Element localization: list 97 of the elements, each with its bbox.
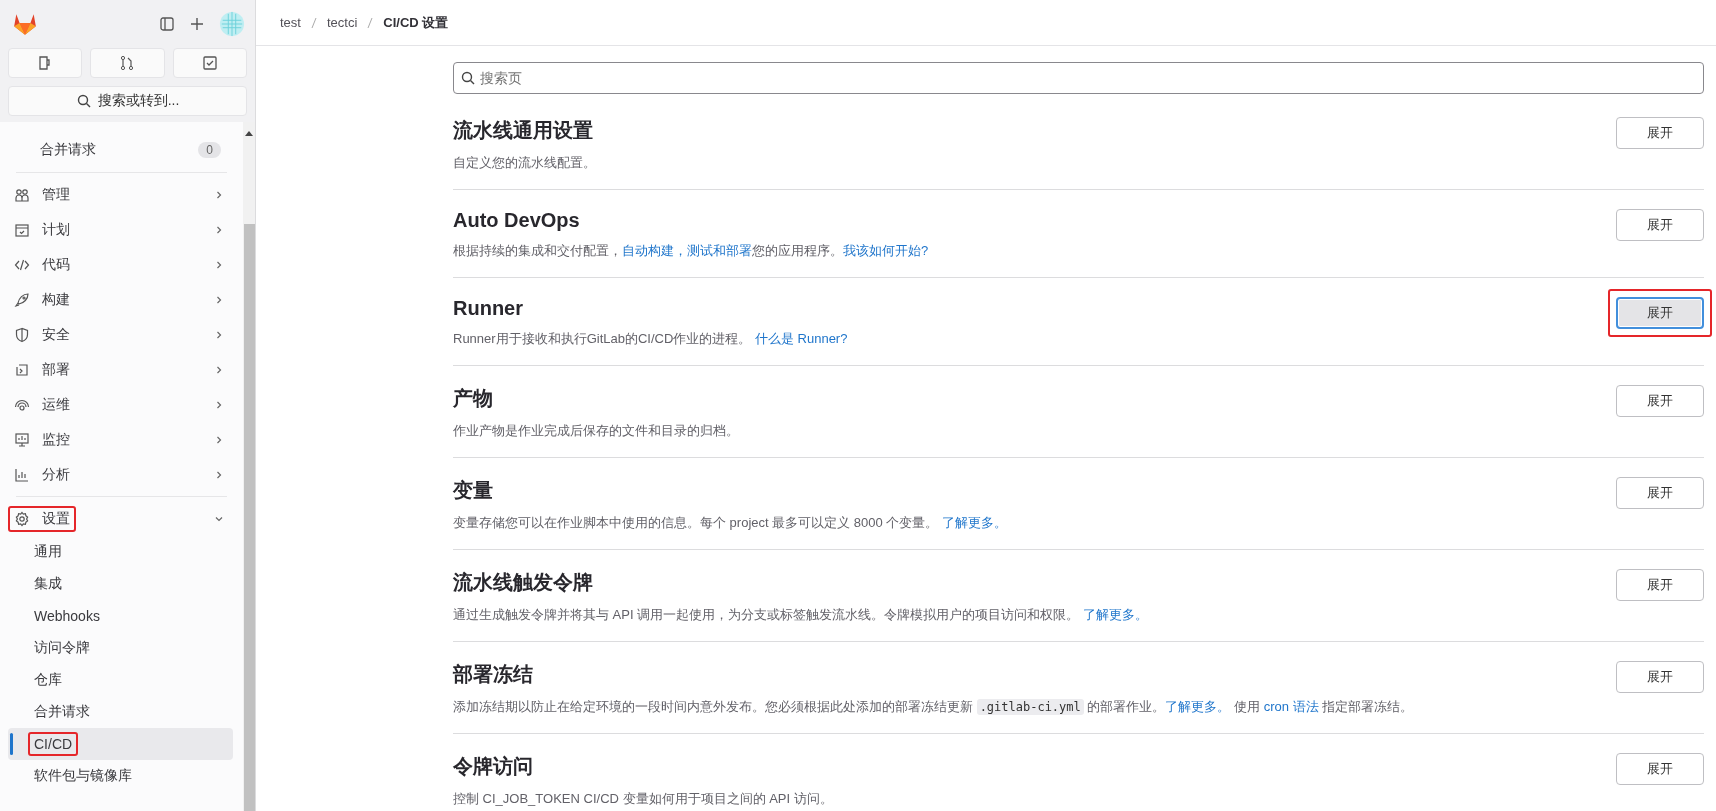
tanuki-logo[interactable]	[12, 12, 38, 36]
nav-label: 设置	[42, 509, 70, 528]
help-link[interactable]: 什么是 Runner?	[754, 331, 848, 346]
merge-request-icon	[119, 55, 136, 71]
nav-label: 合并请求	[34, 703, 90, 721]
help-link[interactable]: 了解更多。	[942, 515, 1007, 530]
scroll-up-icon[interactable]	[245, 130, 253, 136]
nav-label: Webhooks	[34, 608, 100, 624]
nav-label: 安全	[42, 325, 70, 344]
help-link[interactable]: cron 语法	[1263, 699, 1319, 714]
merge-requests-button[interactable]	[90, 48, 165, 78]
count-badge: 0	[198, 142, 221, 158]
section-description: 通过生成触发令牌并将其与 API 调用一起使用，为分支或标签触发流水线。令牌模拟用户的项目访问和权限。 了解更多。	[453, 606, 1149, 624]
nav-item[interactable]: 访问令牌	[8, 632, 235, 664]
nav-label: 访问令牌	[34, 639, 90, 657]
expand-button[interactable]: 展开	[1616, 661, 1704, 693]
section-description: 控制 CI_JOB_TOKEN CI/CD 变量如何用于项目之间的 API 访问。	[453, 790, 834, 808]
section-title: 部署冻结	[453, 662, 534, 687]
issues-button[interactable]	[8, 48, 83, 78]
breadcrumb-link[interactable]: tectci	[326, 15, 358, 30]
expand-button[interactable]: 展开	[1616, 385, 1704, 417]
breadcrumb-separator	[367, 16, 374, 29]
section-title: 变量	[453, 478, 494, 503]
section-description: 变量存储您可以在作业脚本中使用的信息。每个 project 最多可以定义 8000 个变量。 了解更多。	[453, 514, 1008, 532]
breadcrumb-link[interactable]: test	[280, 15, 301, 30]
checkbox-icon	[201, 55, 218, 71]
help-link[interactable]: 了解更多。	[1082, 607, 1148, 622]
section-description: Runner用于接收和执行GitLab的CI/CD作业的进程。 什么是 Runner?	[453, 330, 849, 348]
nav-group[interactable]: 安全	[8, 317, 235, 352]
nav-label: 合并请求	[40, 141, 96, 159]
help-link[interactable]: 了解更多。	[1165, 699, 1231, 714]
nav-item[interactable]: 合并请求 0	[8, 132, 235, 168]
nav-group[interactable]: 分析	[8, 457, 235, 492]
nav-group[interactable]: 运维	[8, 387, 235, 422]
nav-group[interactable]: 设置	[8, 501, 235, 536]
nav-label: 监控	[42, 430, 70, 449]
nav-item[interactable]: CI/CD	[8, 728, 233, 760]
section-title: Auto DevOps	[453, 209, 581, 232]
search-field[interactable]: 搜索页	[453, 62, 1704, 94]
nav-label: 分析	[42, 465, 70, 484]
nav-group[interactable]: 代码	[8, 247, 235, 282]
section-title: 令牌访问	[453, 754, 534, 779]
section-description: 添加冻结期以防止在给定环境的一段时间内意外发布。您必须根据此处添加的部署冻结更新 .gitlab-ci.yml 的部署作业。了解更多。 使用 cron 语法 指定部署冻结。	[453, 698, 1415, 716]
nav-group[interactable]: 监控	[8, 422, 235, 457]
monitor-icon	[14, 431, 30, 448]
todo-button[interactable]	[172, 48, 247, 78]
nav-label: 集成	[34, 575, 62, 593]
nav-group[interactable]: 构建	[8, 282, 235, 317]
nav-label: 构建	[42, 290, 70, 309]
nav-item[interactable]: 通用	[8, 536, 235, 568]
section-description: 自定义您的流水线配置。	[453, 154, 597, 172]
nav-item[interactable]: 合并请求	[8, 696, 235, 728]
people-icon	[14, 186, 30, 203]
section-description: 根据持续的集成和交付配置，自动构建，测试和部署您的应用程序。我该如何开始?	[453, 242, 930, 260]
nav-item[interactable]: 软件包与镜像库	[8, 760, 235, 792]
search-button[interactable]: 搜索或转到...	[8, 86, 247, 116]
section-title: 产物	[453, 386, 494, 411]
nav-label: 通用	[34, 543, 62, 561]
nav-group[interactable]: 计划	[8, 212, 235, 247]
nav-label: 运维	[42, 395, 70, 414]
breadcrumb-link[interactable]: CI/CD 设置	[383, 13, 449, 32]
search-icon	[75, 93, 92, 109]
code-snippet: .gitlab-ci.yml	[976, 699, 1084, 715]
nav-group[interactable]: 管理	[8, 177, 235, 212]
deploy-icon	[14, 361, 30, 378]
nav-label: 代码	[42, 255, 70, 274]
section-title: 流水线通用设置	[453, 118, 594, 143]
calendar-icon	[14, 221, 30, 238]
help-link[interactable]: 我该如何开始?	[843, 243, 929, 258]
chart-icon	[14, 466, 30, 483]
expand-button[interactable]: 展开	[1616, 569, 1704, 601]
nav-group[interactable]: 部署	[8, 352, 235, 387]
expand-button[interactable]: 展开	[1616, 297, 1704, 329]
expand-button[interactable]: 展开	[1616, 209, 1704, 241]
nav-item[interactable]: 集成	[8, 568, 235, 600]
section-title: 流水线触发令牌	[453, 570, 594, 595]
nav-item[interactable]: 仓库	[8, 664, 235, 696]
nav-label: 管理	[42, 185, 70, 204]
nav-label: 软件包与镜像库	[34, 767, 132, 785]
nav-label: 部署	[42, 360, 70, 379]
shield-icon	[14, 326, 30, 343]
nav-label: 仓库	[34, 671, 62, 689]
nav-label: CI/CD	[34, 736, 73, 752]
search-icon	[460, 70, 476, 86]
settings-icon	[14, 510, 30, 527]
rocket-icon	[14, 291, 30, 308]
expand-button[interactable]: 展开	[1616, 753, 1704, 785]
breadcrumb-separator	[310, 16, 317, 29]
nav-label: 计划	[42, 220, 70, 239]
nav-item[interactable]: Webhooks	[8, 600, 235, 632]
plus-icon[interactable]	[189, 16, 205, 32]
section-title: Runner	[453, 297, 524, 320]
section-description: 作业产物是作业完成后保存的文件和目录的归档。	[453, 422, 740, 440]
expand-button[interactable]: 展开	[1616, 117, 1704, 149]
expand-button[interactable]: 展开	[1616, 477, 1704, 509]
help-link[interactable]: 自动构建，测试和部署	[622, 243, 752, 258]
sidebar-toggle-icon[interactable]	[159, 16, 175, 32]
